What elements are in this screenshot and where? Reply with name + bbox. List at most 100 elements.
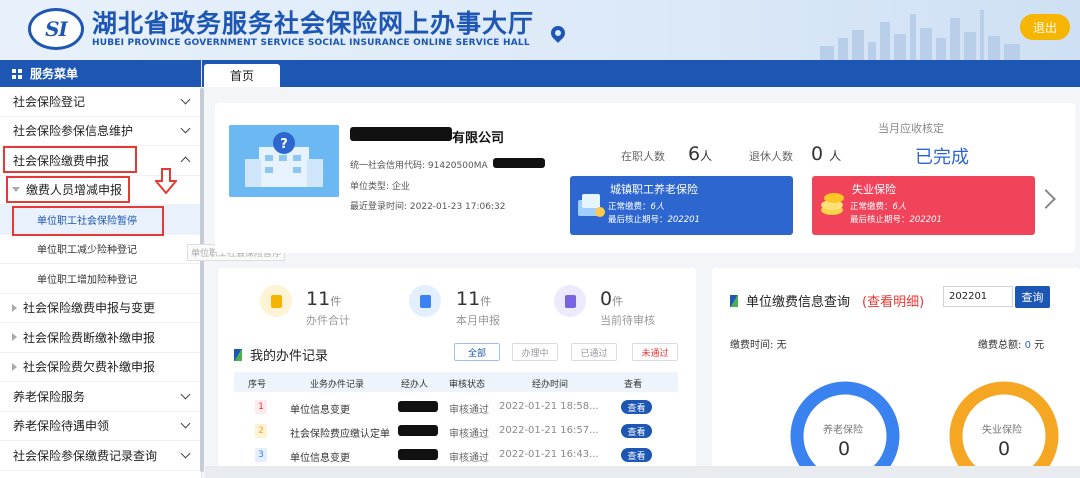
records-title: 我的办件记录 bbox=[234, 345, 328, 364]
highlight-box bbox=[12, 206, 164, 236]
location-pin-icon[interactable] bbox=[548, 23, 568, 43]
sidebar-item-label: 养老保险待遇申领 bbox=[13, 419, 110, 434]
company-name: 有限公司 bbox=[452, 131, 505, 146]
filter-rejected[interactable]: 未通过 bbox=[632, 343, 678, 361]
col-time: 经办时间 bbox=[532, 380, 569, 390]
company-card: ? 有限公司 统一社会信用代码: 91420500MA 单位类型: 企业 最近登… bbox=[215, 103, 1075, 253]
kpi-pending: 0件 bbox=[600, 288, 624, 310]
unemployment-tile[interactable]: 失业保险 正常缴费：6人 最后核止期号：202201 bbox=[812, 176, 1035, 235]
filter-approved[interactable]: 已通过 bbox=[571, 343, 617, 361]
kpi-pending-label: 当前待审核 bbox=[600, 314, 655, 327]
sidebar-item-label: 社会保险登记 bbox=[13, 94, 86, 109]
menu-header-label: 服务菜单 bbox=[30, 67, 79, 81]
row-index: 1 bbox=[255, 400, 267, 414]
total-cases-icon bbox=[260, 285, 292, 317]
col-item: 业务办件记录 bbox=[310, 380, 365, 390]
svg-text:?: ? bbox=[280, 137, 288, 152]
pension-donut-label: 养老保险 bbox=[823, 425, 863, 436]
row-index: 2 bbox=[255, 424, 267, 438]
redaction bbox=[493, 158, 545, 168]
site-title: 湖北省政务服务社会保险网上办事大厅 bbox=[92, 9, 535, 38]
highlight-box bbox=[6, 176, 130, 203]
payment-card: 单位缴费信息查询 (查看明细) 202201 查询 缴费时间: 无 缴费总额: 0… bbox=[712, 268, 1080, 478]
kpi-month: 11件 bbox=[456, 288, 492, 310]
sidebar-item-pension-service[interactable]: 养老保险服务 bbox=[0, 382, 201, 412]
filter-processing[interactable]: 办理中 bbox=[512, 343, 558, 361]
sidebar-scrollbar[interactable] bbox=[200, 88, 204, 472]
si-logo: SI bbox=[28, 8, 84, 50]
sidebar-item-declaration-change[interactable]: 社会保险缴费申报与变更 bbox=[0, 294, 201, 323]
sidebar-item-info-maintenance[interactable]: 社会保险参保信息维护 bbox=[0, 117, 201, 146]
row-time: 2022-01-21 16:43... bbox=[499, 449, 599, 460]
monthly-label: 当月应收核定 bbox=[878, 122, 944, 135]
header: SI 湖北省政务服务社会保险网上办事大厅 HUBEI PROVINCE GOVE… bbox=[0, 0, 1080, 60]
period-input[interactable]: 202201 bbox=[943, 286, 1013, 307]
chevron-down-icon bbox=[180, 448, 191, 459]
col-view: 查看 bbox=[624, 380, 643, 390]
sidebar-item-label: 社会保险费欠费补缴申报 bbox=[23, 360, 156, 375]
logout-button[interactable]: 退出 bbox=[1020, 14, 1070, 40]
employed-label: 在职人数 bbox=[621, 150, 665, 163]
site-title-en: HUBEI PROVINCE GOVERNMENT SERVICE SOCIAL… bbox=[92, 38, 530, 48]
caret-right-icon bbox=[12, 362, 17, 371]
down-arrow-icon bbox=[155, 168, 177, 194]
tab-home[interactable]: 首页 bbox=[204, 64, 280, 87]
menu-header: 服务菜单 bbox=[0, 60, 201, 87]
last-login: 最近登录时间: 2022-01-23 17:06:32 bbox=[350, 202, 506, 212]
col-handler: 经办人 bbox=[401, 380, 429, 390]
coins-icon bbox=[821, 193, 844, 215]
view-button[interactable]: 查看 bbox=[621, 424, 652, 438]
row-status: 审核通过 bbox=[449, 405, 489, 416]
sidebar: 服务菜单 社会保险登记 社会保险参保信息维护 社会保险缴费申报 缴费人员增减申报… bbox=[0, 60, 202, 478]
horizontal-scrollbar[interactable] bbox=[205, 466, 1080, 478]
view-button[interactable]: 查看 bbox=[621, 448, 652, 462]
chevron-down-icon bbox=[180, 418, 191, 429]
redaction bbox=[350, 127, 452, 141]
sidebar-item-pension-claim[interactable]: 养老保险待遇申领 bbox=[0, 412, 201, 441]
row-item: 社会保险费应缴认定单 bbox=[290, 429, 390, 440]
records-card: 11件 办件合计 11件 本月申报 0件 当前待审核 我的办件记录 全部 办理中… bbox=[218, 268, 696, 478]
row-status: 审核通过 bbox=[449, 429, 489, 440]
sidebar-item-label: 养老保险服务 bbox=[13, 389, 86, 404]
redaction bbox=[398, 449, 438, 460]
highlight-box bbox=[3, 146, 137, 173]
sidebar-item-label: 社会保险参保缴费记录查询 bbox=[13, 448, 158, 463]
row-index: 3 bbox=[255, 448, 267, 462]
query-button[interactable]: 查询 bbox=[1015, 286, 1050, 308]
sidebar-item-reduce-type[interactable]: 单位职工减少险种登记 bbox=[0, 235, 201, 264]
redaction bbox=[398, 425, 438, 436]
pension-tile[interactable]: 城镇职工养老保险 正常缴费：6人 最后核止期号：202201 bbox=[570, 176, 793, 235]
city-skyline-icon bbox=[820, 10, 1020, 60]
sidebar-item-label: 社会保险参保信息维护 bbox=[13, 124, 134, 139]
grid-icon bbox=[12, 68, 22, 79]
sidebar-item-label: 社会保险费断缴补缴申报 bbox=[23, 330, 156, 345]
detail-link[interactable]: (查看明细) bbox=[862, 291, 924, 310]
row-time: 2022-01-21 16:57... bbox=[499, 425, 599, 436]
col-no: 序号 bbox=[248, 380, 267, 390]
row-status: 审核通过 bbox=[449, 453, 489, 464]
row-item: 单位信息变更 bbox=[290, 453, 350, 464]
row-item: 单位信息变更 bbox=[290, 405, 350, 416]
sidebar-item-record-query[interactable]: 社会保险参保缴费记录查询 bbox=[0, 441, 201, 471]
monthly-status[interactable]: 已完成 bbox=[915, 143, 969, 169]
sidebar-item-gap-payment[interactable]: 社会保险费断缴补缴申报 bbox=[0, 323, 201, 353]
building-icon: ? bbox=[229, 125, 339, 197]
logo-text: SI bbox=[45, 17, 68, 41]
retired-count: 0 人 bbox=[811, 143, 842, 165]
pension-icon bbox=[578, 194, 605, 217]
sidebar-item-arrears-payment[interactable]: 社会保险费欠费补缴申报 bbox=[0, 353, 201, 382]
chevron-down-icon bbox=[180, 389, 191, 400]
retired-label: 退休人数 bbox=[749, 150, 793, 163]
sidebar-item-label: 社会保险缴费申报与变更 bbox=[23, 301, 156, 316]
pending-icon bbox=[554, 285, 586, 317]
view-button[interactable]: 查看 bbox=[621, 400, 652, 414]
pay-total: 缴费总额: 0 元 bbox=[978, 340, 1045, 351]
tab-bar: 首页 bbox=[202, 60, 1080, 87]
sidebar-item-add-type[interactable]: 单位职工增加险种登记 bbox=[0, 264, 201, 294]
filter-all[interactable]: 全部 bbox=[454, 343, 500, 361]
pay-time: 缴费时间: 无 bbox=[730, 340, 787, 351]
chevron-up-icon bbox=[180, 156, 191, 167]
redaction bbox=[398, 401, 438, 412]
pension-donut-value: 0 bbox=[838, 438, 851, 460]
sidebar-item-insurance-registration[interactable]: 社会保险登记 bbox=[0, 87, 201, 117]
